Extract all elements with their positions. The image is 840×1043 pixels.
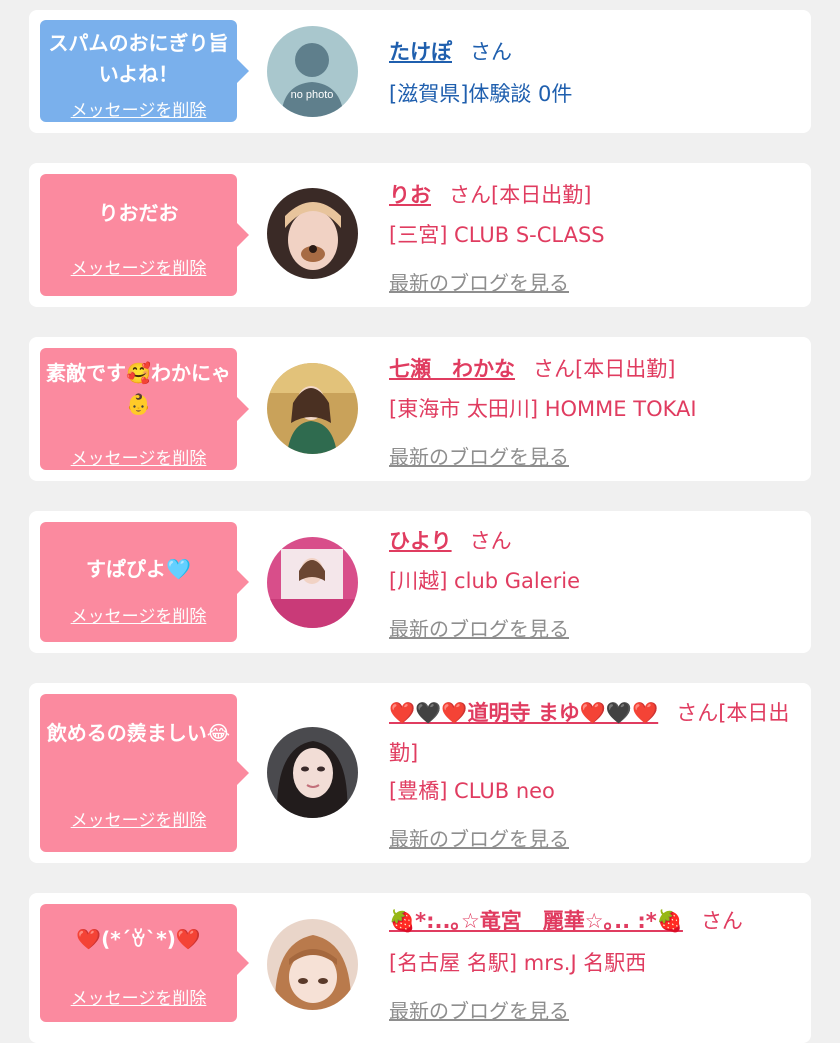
message-text: 素敵です🥰わかにゃ👶: [46, 361, 231, 416]
shop-info: ひより さん [川越] club Galerie 最新のブログを見る: [389, 511, 797, 653]
message-bubble: 飲めるの羨ましい😂 メッセージを削除: [40, 694, 249, 852]
shop-info: ❤️🖤❤️道明寺 まゆ❤️🖤❤️ さん[本日出勤] [豊橋] CLUB neo 最…: [389, 683, 797, 863]
location-text: [東海市 太田川] HOMME TOKAI: [389, 397, 697, 421]
name-suffix: さん[本日出勤]: [533, 357, 676, 381]
shop-info: りお さん[本日出勤] [三宮] CLUB S-CLASS 最新のブログを見る: [389, 163, 797, 307]
latest-blog-link[interactable]: 最新のブログを見る: [389, 823, 569, 852]
shop-info: 🍓*:..｡☆竜宮 麗華☆｡.. :*🍓 さん [名古屋 名駅] mrs.J 名駅…: [389, 893, 797, 1033]
shop-info: 七瀬 わかな さん[本日出勤] [東海市 太田川] HOMME TOKAI 最新の…: [389, 337, 797, 481]
message-bubble: スパムのおにぎり旨いよね！ メッセージを削除: [40, 20, 249, 122]
latest-blog-link[interactable]: 最新のブログを見る: [389, 441, 569, 470]
name-suffix: さん: [700, 909, 743, 933]
message-bubble: ❤️(*´ꈊ`*)❤️ メッセージを削除: [40, 904, 249, 1022]
avatar[interactable]: no photo: [267, 26, 358, 117]
delete-message-link[interactable]: メッセージを削除: [40, 602, 237, 627]
avatar[interactable]: [267, 537, 358, 628]
delete-message-link[interactable]: メッセージを削除: [40, 254, 237, 279]
name-suffix: さん[本日出勤]: [449, 183, 592, 207]
message-card: 素敵です🥰わかにゃ👶 メッセージを削除 七瀬 わかな さん[本日出勤] [東海市 …: [29, 337, 811, 481]
profile-photo-icon: [267, 537, 358, 628]
latest-blog-link[interactable]: 最新のブログを見る: [389, 267, 569, 296]
message-text: 飲めるの羨ましい😂: [46, 721, 231, 745]
shop-info: たけぽ さん [滋賀県]体験談 0件: [389, 10, 797, 133]
delete-message-link[interactable]: メッセージを削除: [40, 96, 237, 121]
location-text: [名古屋 名駅] mrs.J 名駅西: [389, 951, 647, 975]
profile-photo-icon: [267, 188, 358, 279]
profile-photo-icon: [267, 919, 358, 1010]
message-text: ❤️(*´ꈊ`*)❤️: [76, 927, 201, 951]
no-photo-label: no photo: [291, 89, 334, 101]
message-bubble: りおだお メッセージを削除: [40, 174, 249, 296]
profile-photo-icon: [267, 727, 358, 818]
delete-message-link[interactable]: メッセージを削除: [40, 806, 237, 831]
girl-name-link[interactable]: 🍓*:..｡☆竜宮 麗華☆｡.. :*🍓: [389, 909, 683, 933]
message-bubble: すぱぴよ🩵 メッセージを削除: [40, 522, 249, 642]
no-photo-avatar-icon: no photo: [267, 26, 358, 117]
message-card: りおだお メッセージを削除 りお さん[本日出勤] [三宮] CLUB S-CLA…: [29, 163, 811, 307]
profile-photo-icon: [267, 363, 358, 454]
girl-name-link[interactable]: たけぽ: [389, 40, 452, 64]
message-card: スパムのおにぎり旨いよね！ メッセージを削除 no photo たけぽ さん [滋…: [29, 10, 811, 133]
avatar[interactable]: [267, 363, 358, 454]
message-text: すぱぴよ🩵: [86, 557, 191, 581]
latest-blog-link[interactable]: 最新のブログを見る: [389, 995, 569, 1024]
name-suffix: さん: [470, 40, 512, 64]
girl-name-link[interactable]: りお: [389, 183, 431, 207]
location-text: [川越] club Galerie: [389, 569, 581, 593]
message-card: ❤️(*´ꈊ`*)❤️ メッセージを削除 🍓*:..｡☆竜宮 麗華☆｡.. :*…: [29, 893, 811, 1043]
girl-name-link[interactable]: 七瀬 わかな: [389, 357, 515, 381]
location-text: [三宮] CLUB S-CLASS: [389, 223, 605, 247]
message-text: スパムのおにぎり旨いよね！: [48, 31, 229, 86]
delete-message-link[interactable]: メッセージを削除: [40, 444, 237, 469]
message-text: りおだお: [98, 201, 179, 225]
delete-message-link[interactable]: メッセージを削除: [40, 984, 237, 1009]
avatar[interactable]: [267, 919, 358, 1010]
location-text: [豊橋] CLUB neo: [389, 779, 555, 803]
latest-blog-link[interactable]: 最新のブログを見る: [389, 613, 569, 642]
location-text: [滋賀県]体験談 0件: [389, 82, 573, 106]
avatar[interactable]: [267, 727, 358, 818]
girl-name-link[interactable]: ❤️🖤❤️道明寺 まゆ❤️🖤❤️: [389, 701, 658, 725]
girl-name-link[interactable]: ひより: [389, 529, 452, 553]
message-card: すぱぴよ🩵 メッセージを削除 ひより さん [川越] club Galerie 最…: [29, 511, 811, 653]
message-card: 飲めるの羨ましい😂 メッセージを削除 ❤️🖤❤️道明寺 まゆ❤️🖤❤️ さん[本日…: [29, 683, 811, 863]
avatar[interactable]: [267, 188, 358, 279]
message-bubble: 素敵です🥰わかにゃ👶 メッセージを削除: [40, 348, 249, 470]
name-suffix: さん: [469, 529, 512, 553]
